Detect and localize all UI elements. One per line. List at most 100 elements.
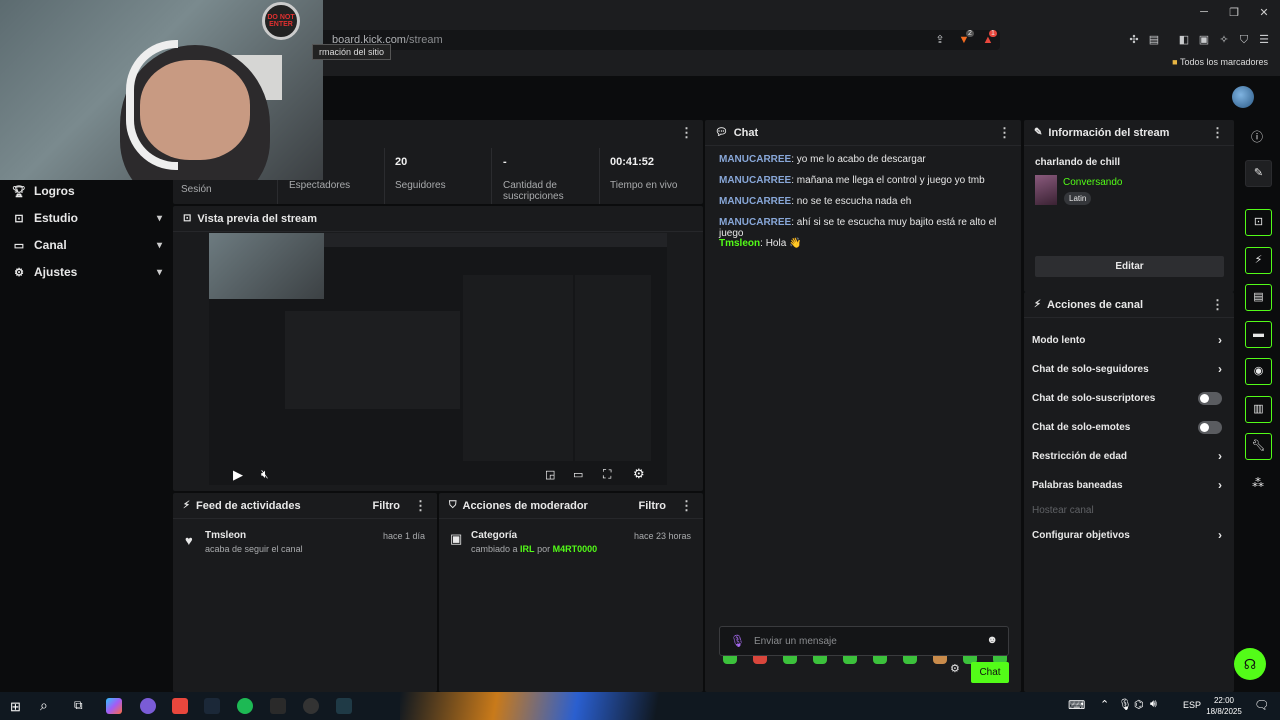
minimize-icon[interactable]: ─ bbox=[1194, 6, 1214, 20]
filter-button[interactable]: Filtro bbox=[373, 500, 401, 512]
more-icon[interactable]: ⋮ bbox=[680, 125, 693, 141]
chevron-right-icon: › bbox=[1218, 478, 1222, 492]
chat-input[interactable]: 🎙︎ Enviar un mensaje ☻ bbox=[719, 626, 1009, 656]
sign-text: DO NOT bbox=[267, 14, 295, 21]
channel-icon: ▭ bbox=[13, 239, 25, 252]
microphone-tray-icon[interactable]: 🎙︎ bbox=[1118, 698, 1132, 711]
mute-icon[interactable]: 🔇︎ bbox=[261, 467, 269, 482]
sidebar-item-logros[interactable]: 🏆︎ Logros bbox=[12, 181, 162, 201]
chat-rail-icon[interactable]: ▬ bbox=[1245, 321, 1272, 348]
chevron-down-icon: ▾ bbox=[156, 266, 162, 278]
sidebar-item-ajustes[interactable]: ⚙ Ajustes ▾ bbox=[12, 262, 162, 282]
bolt-rail-icon[interactable]: ⚡︎ bbox=[1245, 247, 1272, 274]
chat-username[interactable]: MANUCARREE bbox=[719, 175, 791, 186]
subscribers-only-toggle[interactable] bbox=[1198, 391, 1222, 405]
action-slow-mode[interactable]: Modo lento › bbox=[1032, 328, 1222, 352]
wrench-rail-icon[interactable]: 🔧︎ bbox=[1245, 433, 1272, 460]
chevron-up-icon[interactable]: ⌃ bbox=[1100, 698, 1109, 711]
share-icon[interactable]: ⇪ bbox=[932, 32, 948, 48]
wallet-icon[interactable]: ▣ bbox=[1196, 32, 1212, 48]
restore-icon[interactable]: ❐ bbox=[1224, 6, 1244, 20]
emotes-only-toggle[interactable] bbox=[1198, 420, 1222, 434]
fullscreen-icon[interactable]: ⛶ bbox=[603, 467, 611, 482]
more-icon[interactable]: ⋮ bbox=[1211, 297, 1224, 313]
bolt-icon: ⚡︎ bbox=[1034, 299, 1042, 310]
chat-username[interactable]: MANUCARREE bbox=[719, 217, 791, 228]
info-icon[interactable]: ⓘ bbox=[1251, 128, 1263, 145]
more-icon[interactable]: ⋮ bbox=[1211, 125, 1224, 141]
sidebar-toggle-icon[interactable]: ◧ bbox=[1176, 32, 1192, 48]
settings-icon[interactable]: ⚙ bbox=[633, 466, 645, 482]
notes-rail-icon[interactable]: ▤ bbox=[1245, 284, 1272, 311]
brave-browser-icon[interactable] bbox=[172, 698, 188, 714]
studio-rail-icon[interactable]: ⊡ bbox=[1245, 209, 1272, 236]
chat-username[interactable]: MANUCARREE bbox=[719, 154, 791, 165]
epic-games-icon[interactable] bbox=[270, 698, 286, 714]
speaker-icon[interactable]: 🔊︎ bbox=[1150, 698, 1157, 711]
leo-icon[interactable]: ✧ bbox=[1216, 32, 1232, 48]
theater-icon[interactable]: ▭ bbox=[573, 468, 583, 481]
network-icon[interactable]: ⌬ bbox=[1134, 698, 1144, 711]
pencil-rail-icon[interactable]: ✎ bbox=[1245, 160, 1272, 187]
emoji-icon[interactable]: ☻ bbox=[986, 634, 998, 646]
chat-settings-icon[interactable]: ⚙ bbox=[950, 662, 960, 675]
mod-entry-user[interactable]: M4RT0000 bbox=[553, 544, 598, 554]
mod-entry-value[interactable]: IRL bbox=[520, 544, 535, 554]
action-age-restriction[interactable]: Restricción de edad › bbox=[1032, 444, 1222, 468]
avatar[interactable] bbox=[1232, 86, 1254, 108]
sidebar-item-estudio[interactable]: ⊡ Estudio ▾ bbox=[12, 208, 162, 228]
microphone-icon[interactable]: 🎙︎ bbox=[730, 634, 745, 648]
more-icon[interactable]: ⋮ bbox=[414, 498, 427, 514]
stat-label: Tiempo en vivo bbox=[610, 180, 678, 191]
vpn-icon[interactable]: ⛉ bbox=[1236, 32, 1252, 48]
close-icon[interactable]: ✕ bbox=[1254, 6, 1274, 20]
more-icon[interactable]: ⋮ bbox=[998, 125, 1011, 141]
action-banned-words[interactable]: Palabras baneadas › bbox=[1032, 473, 1222, 497]
reader-icon[interactable]: ▤ bbox=[1146, 32, 1162, 48]
sidebar-item-label: Estudio bbox=[34, 211, 78, 225]
search-icon[interactable]: ⌕ bbox=[40, 697, 48, 714]
bookmarks-all[interactable]: ■ Todos los marcadores bbox=[1172, 57, 1268, 67]
chat-username[interactable]: MANUCARREE bbox=[719, 196, 791, 207]
panel-title: Vista previa del stream bbox=[197, 212, 318, 225]
keyboard-icon[interactable]: ⌨ bbox=[1068, 698, 1085, 712]
task-view-icon[interactable]: ⧉ bbox=[74, 698, 83, 713]
notifications-icon[interactable]: 🗨︎ bbox=[1254, 698, 1269, 712]
connections-icon[interactable]: ⁂ bbox=[1252, 476, 1264, 490]
windows-start-icon[interactable]: ⊞ bbox=[10, 699, 21, 715]
address-bar[interactable]: board.kick.com/stream bbox=[300, 30, 1000, 50]
activity-user[interactable]: Tmsleon bbox=[205, 530, 246, 541]
stream-preview-video[interactable]: ▶ 🔇︎ ◲ ▭ ⛶ ⚙ bbox=[209, 233, 667, 485]
mod-entry-title: Categoría bbox=[471, 530, 518, 541]
edit-button[interactable]: Editar bbox=[1035, 256, 1224, 277]
menu-icon[interactable]: ☰ bbox=[1256, 32, 1272, 48]
play-icon[interactable]: ▶ bbox=[233, 467, 243, 483]
copilot-icon[interactable] bbox=[106, 698, 122, 714]
language-indicator[interactable]: ESP bbox=[1183, 700, 1201, 710]
broadcast-rail-icon[interactable]: ◉ bbox=[1245, 358, 1272, 385]
clock[interactable]: 22:00 18/8/2025 bbox=[1204, 695, 1244, 717]
steam-icon[interactable] bbox=[204, 698, 220, 714]
bolt-icon: ⚡︎ bbox=[183, 500, 191, 511]
action-set-goals[interactable]: Configurar objetivos › bbox=[1032, 523, 1222, 547]
extensions-icon[interactable]: ✣ bbox=[1126, 32, 1142, 48]
mini-player-icon[interactable]: ◲ bbox=[545, 468, 555, 481]
support-icon[interactable]: ☊ bbox=[1234, 648, 1266, 680]
action-followers-only[interactable]: Chat de solo-seguidores › bbox=[1032, 357, 1222, 381]
obs-icon[interactable] bbox=[303, 698, 319, 714]
mod-rail-icon[interactable]: ▥ bbox=[1245, 396, 1272, 423]
send-chat-button[interactable]: Chat bbox=[971, 662, 1009, 683]
filter-button[interactable]: Filtro bbox=[639, 500, 667, 512]
app-icon[interactable] bbox=[140, 698, 156, 714]
stream-category[interactable]: Conversando bbox=[1063, 177, 1122, 188]
panel-title: Acciones de moderador bbox=[462, 499, 588, 512]
chat-username[interactable]: Tmsleon bbox=[719, 238, 760, 249]
sidebar-item-canal[interactable]: ▭ Canal ▾ bbox=[12, 235, 162, 255]
spotify-icon[interactable] bbox=[237, 698, 253, 714]
terminal-icon[interactable] bbox=[336, 698, 352, 714]
panel-title: Información del stream bbox=[1048, 126, 1170, 139]
clock-date: 18/8/2025 bbox=[1206, 707, 1242, 716]
sign-text: ENTER bbox=[269, 21, 293, 28]
stream-tag[interactable]: Latin bbox=[1064, 192, 1092, 205]
more-icon[interactable]: ⋮ bbox=[680, 498, 693, 514]
